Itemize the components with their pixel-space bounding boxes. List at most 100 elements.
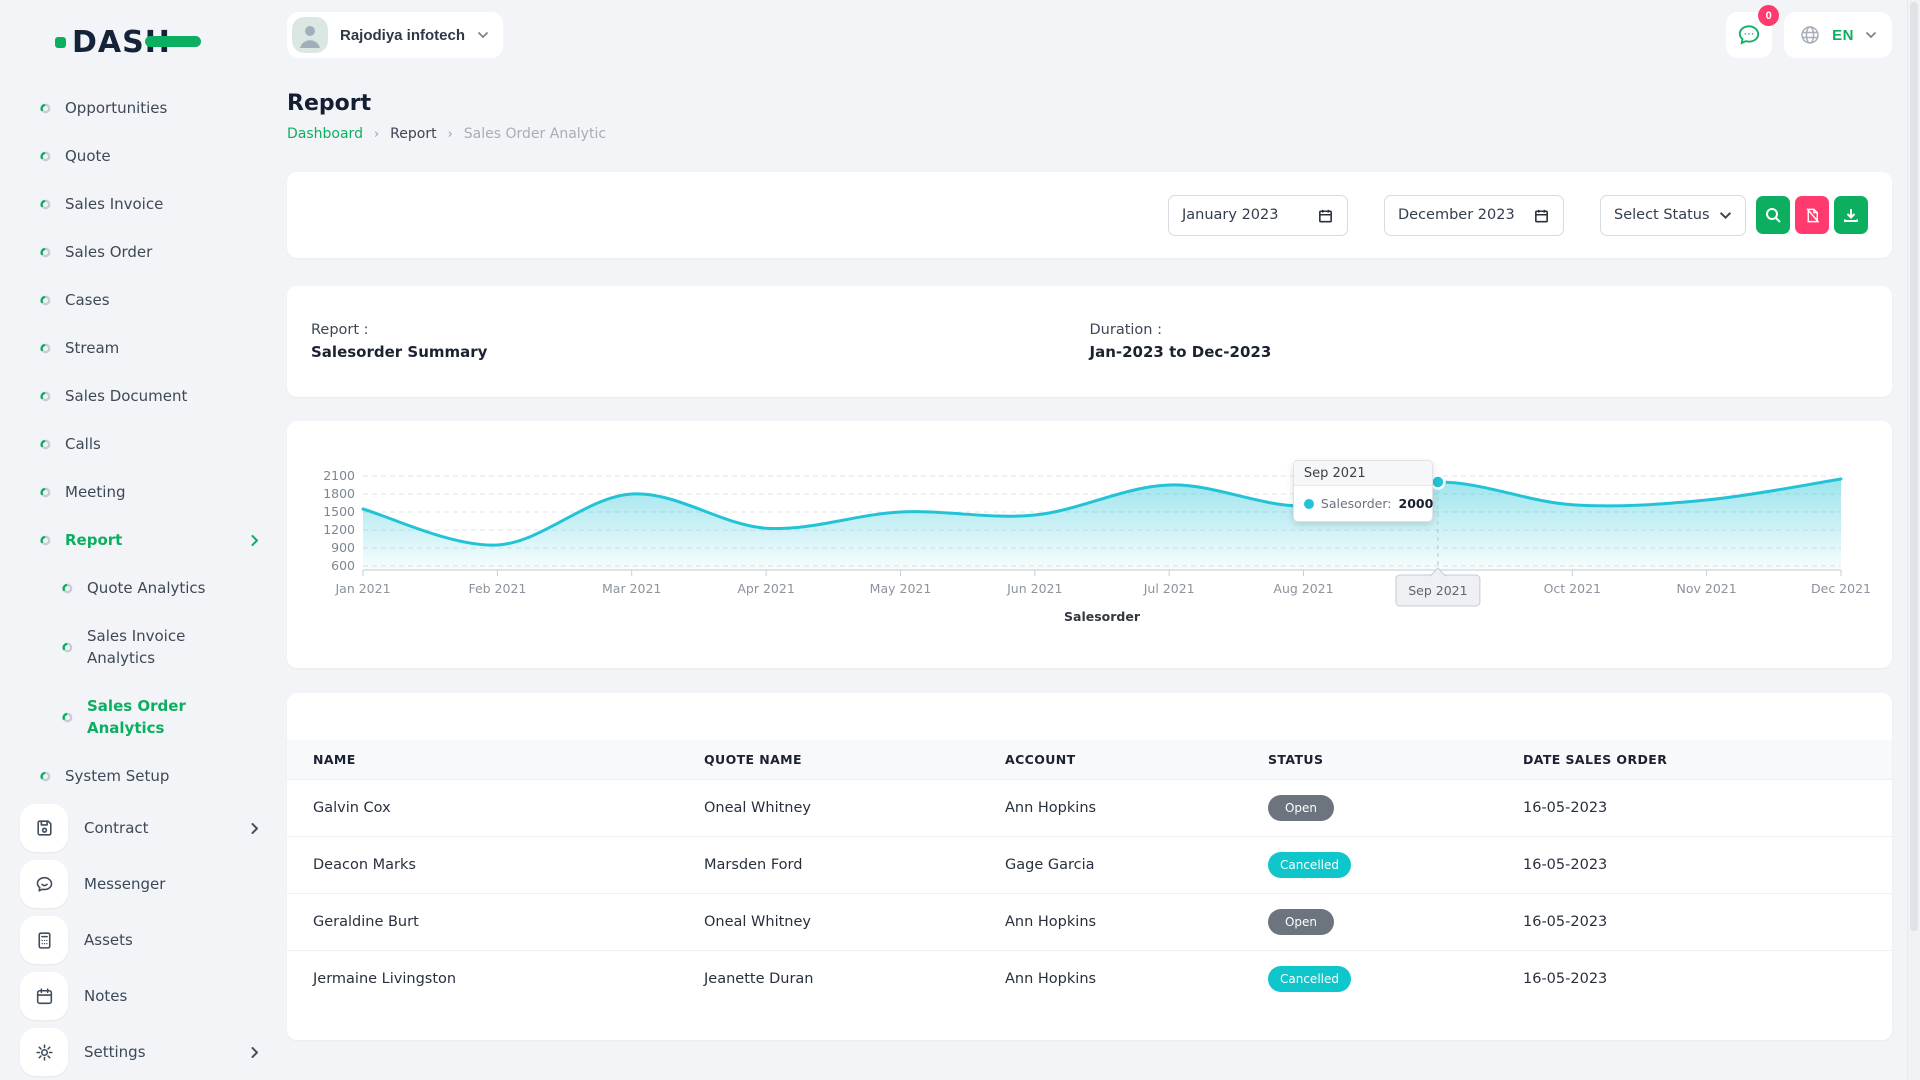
sidebar-item-label: Quote Analytics [87, 577, 205, 599]
file-slash-icon [1804, 207, 1821, 224]
bullet-icon [40, 151, 51, 162]
svg-text:Jul 2021: Jul 2021 [1143, 581, 1195, 596]
sidebar-item-calls[interactable]: Calls [0, 420, 285, 468]
duration-label: Duration : [1090, 322, 1869, 338]
svg-text:2100: 2100 [323, 468, 355, 483]
sidebar-item-meeting[interactable]: Meeting [0, 468, 285, 516]
breadcrumb-report[interactable]: Report [390, 126, 436, 142]
svg-text:Mar 2021: Mar 2021 [602, 581, 661, 596]
cell-name: Deacon Marks [287, 837, 678, 894]
cell-date: 16-05-2023 [1497, 951, 1892, 1008]
sidebar-item-assets[interactable]: Assets [0, 912, 285, 968]
sidebar-item-label: Meeting [65, 481, 125, 503]
table-row: Jermaine LivingstonJeanette DuranAnn Hop… [287, 951, 1892, 1008]
logo-bar-icon [145, 36, 201, 47]
table-row: Galvin CoxOneal WhitneyAnn HopkinsOpen16… [287, 780, 1892, 837]
sidebar: DASH Opportunities QuoteSales Invoice Sale… [0, 0, 285, 1080]
notification-badge: 0 [1758, 5, 1779, 26]
column-header-status: STATUS [1242, 740, 1497, 780]
calendar-icon [1533, 207, 1550, 224]
chart-tooltip: Sep 2021 Salesorder: 2000 [1293, 460, 1433, 522]
svg-text:Aug 2021: Aug 2021 [1273, 581, 1333, 596]
messages-button[interactable]: 0 [1726, 12, 1772, 58]
orders-table: NAMEQUOTE NAMEACCOUNTSTATUSDATE SALES OR… [287, 740, 1892, 1007]
sidebar-nav: Opportunities QuoteSales Invoice Sales Ord… [0, 84, 285, 1080]
sidebar-item-cases[interactable]: Cases [0, 276, 285, 324]
download-button[interactable] [1834, 196, 1868, 234]
cell-quote-name: Jeanette Duran [678, 951, 979, 1008]
language-code: EN [1832, 27, 1854, 44]
sidebar-item-settings[interactable]: Settings [0, 1024, 285, 1080]
orders-table-body: Galvin CoxOneal WhitneyAnn HopkinsOpen16… [287, 780, 1892, 1008]
sidebar-item-opportunities[interactable]: Opportunities [0, 84, 285, 132]
search-icon [1764, 206, 1782, 224]
svg-text:Jun 2021: Jun 2021 [1006, 581, 1062, 596]
bullet-icon [62, 712, 73, 723]
search-button[interactable] [1756, 196, 1790, 234]
sidebar-item-quote-analytics[interactable]: Quote Analytics [0, 564, 285, 612]
bullet-icon [62, 583, 73, 594]
status-select[interactable]: Select Status [1600, 195, 1746, 236]
status-badge: Open [1268, 795, 1334, 821]
filter-actions [1756, 196, 1868, 234]
sidebar-item-notes[interactable]: Notes [0, 968, 285, 1024]
language-dropdown[interactable]: EN [1784, 12, 1892, 58]
sidebar-item-sales-order-analytics[interactable]: Sales Order Analytics [0, 682, 285, 752]
sidebar-item-report[interactable]: Report [0, 516, 285, 564]
gear-icon [20, 1028, 68, 1076]
cell-name: Geraldine Burt [287, 894, 678, 951]
sidebar-item-label: Messenger [84, 873, 165, 895]
avatar [292, 17, 328, 53]
chevron-right-icon [251, 1046, 259, 1059]
svg-text:Feb 2021: Feb 2021 [468, 581, 526, 596]
sidebar-item-contract[interactable]: Contract [0, 800, 285, 856]
page-title: Report [287, 91, 1892, 116]
bullet-icon [40, 295, 51, 306]
salesorder-chart[interactable]: 2100180015001200900600Jan 2021Feb 2021Ma… [311, 421, 1881, 668]
download-icon [1842, 206, 1860, 224]
breadcrumb-separator: › [374, 127, 379, 142]
table-header-row: NAMEQUOTE NAMEACCOUNTSTATUSDATE SALES OR… [287, 740, 1892, 780]
company-dropdown[interactable]: Rajodiya infotech [287, 12, 503, 58]
sidebar-item-label: Stream [65, 337, 119, 359]
cell-account: Gage Garcia [979, 837, 1242, 894]
sidebar-item-label: Settings [84, 1041, 146, 1063]
sidebar-item-messenger[interactable]: Messenger [0, 856, 285, 912]
chevron-right-icon [251, 534, 259, 547]
sidebar-item-sales-order[interactable]: Sales Order [0, 228, 285, 276]
report-label: Report : [311, 322, 1090, 338]
tooltip-value: 2000 [1399, 496, 1434, 511]
bullet-icon [40, 199, 51, 210]
sidebar-item-sales-invoice[interactable]: Sales Invoice [0, 180, 285, 228]
series-dot-icon [1304, 499, 1314, 509]
sidebar-item-sales-document[interactable]: Sales Document [0, 372, 285, 420]
sidebar-item-system-setup[interactable]: System Setup [0, 752, 285, 800]
column-header-date-sales-order: DATE SALES ORDER [1497, 740, 1892, 780]
sidebar-item-sales-invoice-analytics[interactable]: Sales Invoice Analytics [0, 612, 285, 682]
scrollbar[interactable] [1907, 0, 1920, 1080]
bullet-icon [40, 247, 51, 258]
sidebar-item-stream[interactable]: Stream [0, 324, 285, 372]
cell-quote-name: Oneal Whitney [678, 780, 979, 837]
app-logo[interactable]: DASH [72, 25, 171, 60]
svg-text:600: 600 [331, 558, 355, 573]
reset-filter-button[interactable] [1795, 196, 1829, 234]
breadcrumb-dashboard[interactable]: Dashboard [287, 126, 363, 142]
calendar-icon [1317, 207, 1334, 224]
chevron-down-icon [1865, 31, 1877, 39]
end-month-input[interactable]: December 2023 [1384, 195, 1564, 236]
duration-value: Jan-2023 to Dec-2023 [1090, 343, 1869, 361]
sidebar-item-label: Opportunities [65, 97, 167, 119]
bullet-icon [40, 771, 51, 782]
svg-text:Sep 2021: Sep 2021 [1408, 583, 1467, 598]
scrollbar-thumb[interactable] [1910, 2, 1918, 931]
cell-name: Jermaine Livingston [287, 951, 678, 1008]
sidebar-item-quote[interactable]: Quote [0, 132, 285, 180]
sidebar-item-label: Sales Order [65, 241, 152, 263]
svg-text:May 2021: May 2021 [870, 581, 932, 596]
cell-quote-name: Marsden Ford [678, 837, 979, 894]
svg-text:Jan 2021: Jan 2021 [334, 581, 390, 596]
sidebar-item-label: System Setup [65, 765, 169, 787]
chevron-down-icon [1719, 211, 1732, 220]
start-month-input[interactable]: January 2023 [1168, 195, 1348, 236]
